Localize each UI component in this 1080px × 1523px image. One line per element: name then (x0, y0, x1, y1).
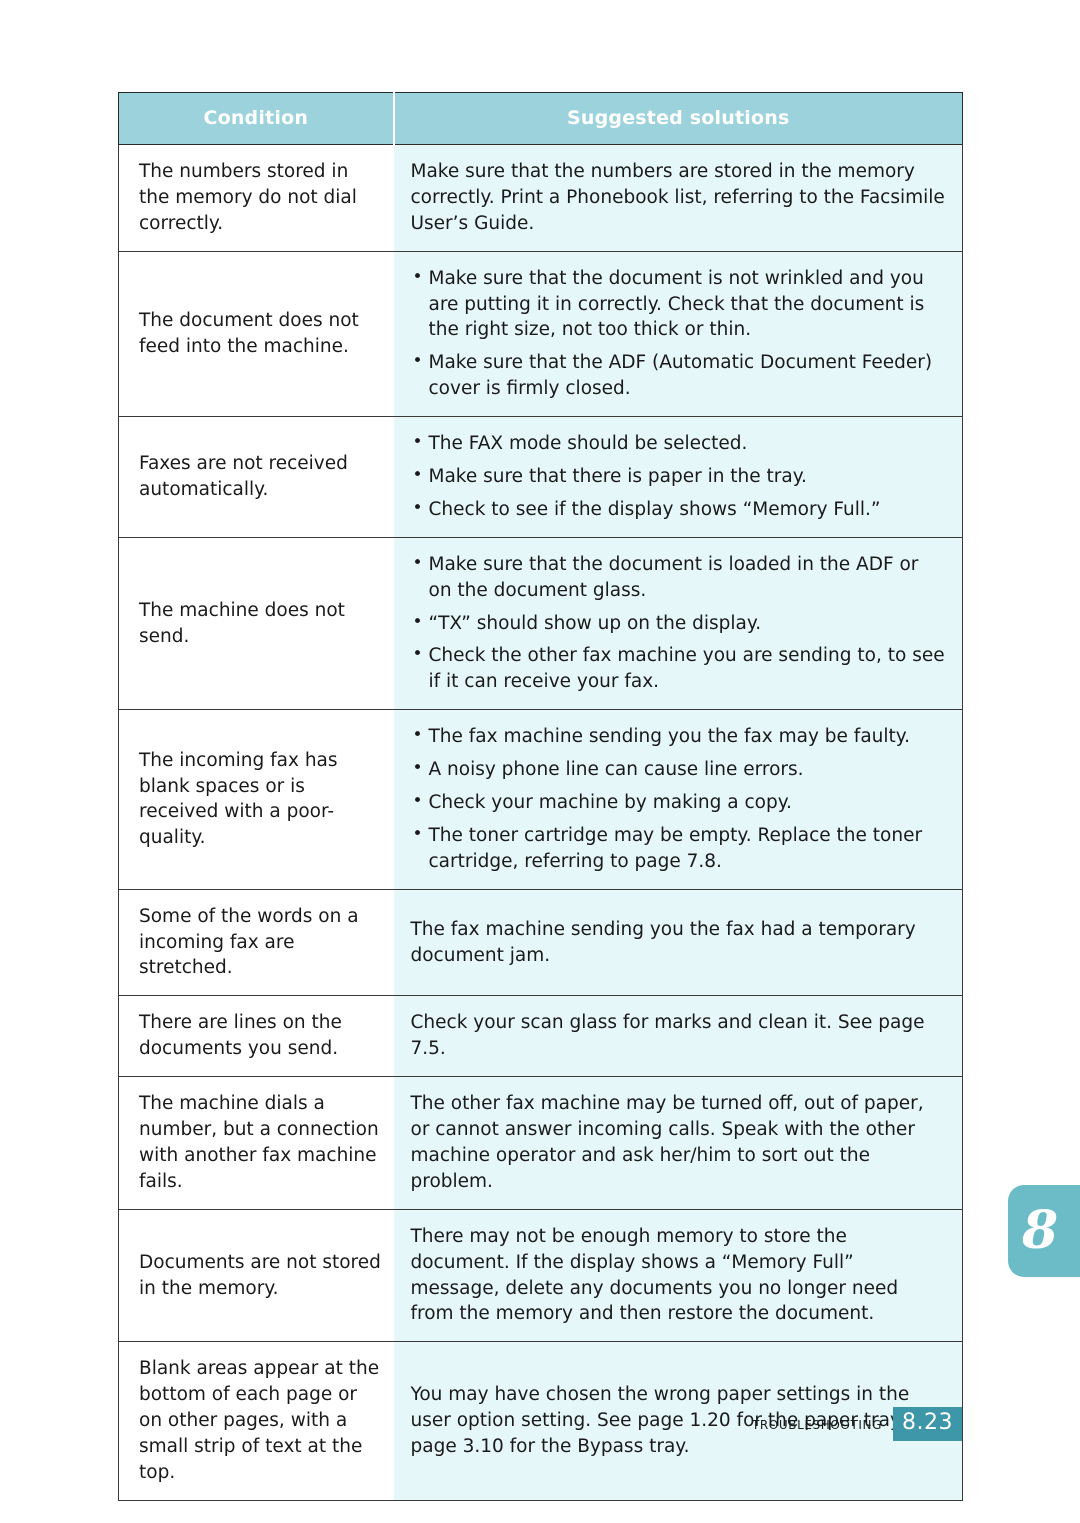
solution-text: Make sure that the numbers are stored in… (410, 161, 945, 234)
table-body: The numbers stored in the memory do not … (118, 144, 963, 1501)
condition-text: The machine dials a number, but a connec… (139, 1093, 379, 1192)
footer-page-number: 8.23 (893, 1407, 962, 1441)
condition-text: The numbers stored in the memory do not … (139, 161, 357, 234)
solution-text: Check your scan glass for marks and clea… (410, 1012, 925, 1060)
table-row: Documents are not stored in the memory. T… (118, 1208, 963, 1343)
table-row: Faxes are not received automatically. The… (118, 416, 963, 538)
condition-cell: There are lines on the documents you sen… (118, 995, 394, 1078)
solution-bullet-item: Make sure that the document is not wrink… (411, 265, 947, 344)
solution-cell: The fax machine sending you the fax had … (393, 888, 963, 997)
column-header-suggested-solutions: Suggested solutions (393, 92, 963, 145)
condition-cell: Some of the words on a incoming fax are … (118, 888, 394, 997)
condition-cell: The incoming fax has blank spaces or is … (118, 709, 394, 890)
solution-cell: Make sure that the numbers are stored in… (393, 144, 963, 252)
solution-bullet-list: Make sure that the document is loaded in… (411, 551, 947, 695)
solution-text: The other fax machine may be turned off,… (410, 1093, 924, 1192)
table-row: The machine dials a number, but a connec… (118, 1076, 963, 1210)
condition-text: Faxes are not received automatically. (139, 453, 348, 500)
condition-cell: Faxes are not received automatically. (118, 416, 394, 538)
solution-bullet-item: The fax machine sending you the fax may … (411, 723, 947, 750)
solution-bullet-list: The FAX mode should be selected. Make sur… (411, 430, 947, 523)
condition-cell: The document does not feed into the mach… (118, 250, 394, 418)
condition-cell: The numbers stored in the memory do not … (118, 144, 394, 252)
table-header: Condition Suggested solutions (118, 92, 963, 145)
solution-text: There may not be enough memory to store … (410, 1225, 899, 1325)
solution-bullet-item: “TX” should show up on the display. (411, 610, 947, 637)
solution-bullet-list: Make sure that the document is not wrink… (411, 265, 947, 402)
condition-cell: Documents are not stored in the memory. (118, 1208, 394, 1343)
solution-cell: Make sure that the document is not wrink… (393, 250, 963, 418)
solution-bullet-list: The fax machine sending you the fax may … (411, 723, 947, 875)
condition-text: The machine does not send. (139, 599, 345, 647)
solution-cell: Make sure that the document is loaded in… (393, 536, 963, 711)
table-row: There are lines on the documents you sen… (118, 995, 963, 1078)
solution-bullet-item: Check the other fax machine you are send… (411, 642, 947, 695)
column-header-condition: Condition (118, 92, 395, 145)
solution-cell: The other fax machine may be turned off,… (393, 1076, 963, 1210)
condition-text: Documents are not stored in the memory. (139, 1251, 381, 1299)
solution-bullet-item: A noisy phone line can cause line errors… (411, 756, 947, 783)
condition-text: There are lines on the documents you sen… (139, 1012, 342, 1060)
table-row: The incoming fax has blank spaces or is … (118, 709, 963, 890)
solution-bullet-item: Check your machine by making a copy. (411, 789, 947, 816)
table-row: The document does not feed into the mach… (118, 250, 963, 418)
solution-cell: The fax machine sending you the fax may … (393, 709, 963, 890)
page-footer: Troubleshooting 8.23 (0, 1407, 962, 1441)
table-header-row: Condition Suggested solutions (118, 92, 963, 145)
solution-text: The fax machine sending you the fax had … (410, 918, 916, 966)
condition-text: The incoming fax has blank spaces or is … (139, 749, 338, 849)
solution-cell: Check your scan glass for marks and clea… (393, 995, 963, 1078)
table-row: The machine does not send. Make sure that… (118, 536, 963, 711)
solution-bullet-item: Make sure that there is paper in the tra… (411, 463, 947, 490)
solution-bullet-item: Check to see if the display shows “Memor… (411, 496, 947, 523)
chapter-thumb-tab: 8 (1008, 1185, 1080, 1277)
solution-cell: The FAX mode should be selected. Make sur… (393, 416, 963, 538)
condition-cell: The machine dials a number, but a connec… (118, 1076, 394, 1210)
solution-bullet-item: The FAX mode should be selected. (411, 430, 947, 457)
solution-bullet-item: Make sure that the document is loaded in… (411, 551, 947, 604)
solution-cell: There may not be enough memory to store … (393, 1208, 963, 1343)
condition-text: Some of the words on a incoming fax are … (139, 905, 359, 979)
solution-bullet-item: Make sure that the ADF (Automatic Docume… (411, 349, 947, 402)
table-row: The numbers stored in the memory do not … (118, 144, 963, 252)
chapter-number: 8 (1022, 1200, 1059, 1261)
condition-cell: The machine does not send. (118, 536, 394, 711)
table-row: Some of the words on a incoming fax are … (118, 888, 963, 997)
condition-text: The document does not feed into the mach… (139, 310, 359, 357)
solution-bullet-item: The toner cartridge may be empty. Replac… (411, 822, 947, 875)
footer-section-label: Troubleshooting (751, 1414, 883, 1434)
troubleshooting-table: Condition Suggested solutions The number… (118, 92, 963, 1501)
